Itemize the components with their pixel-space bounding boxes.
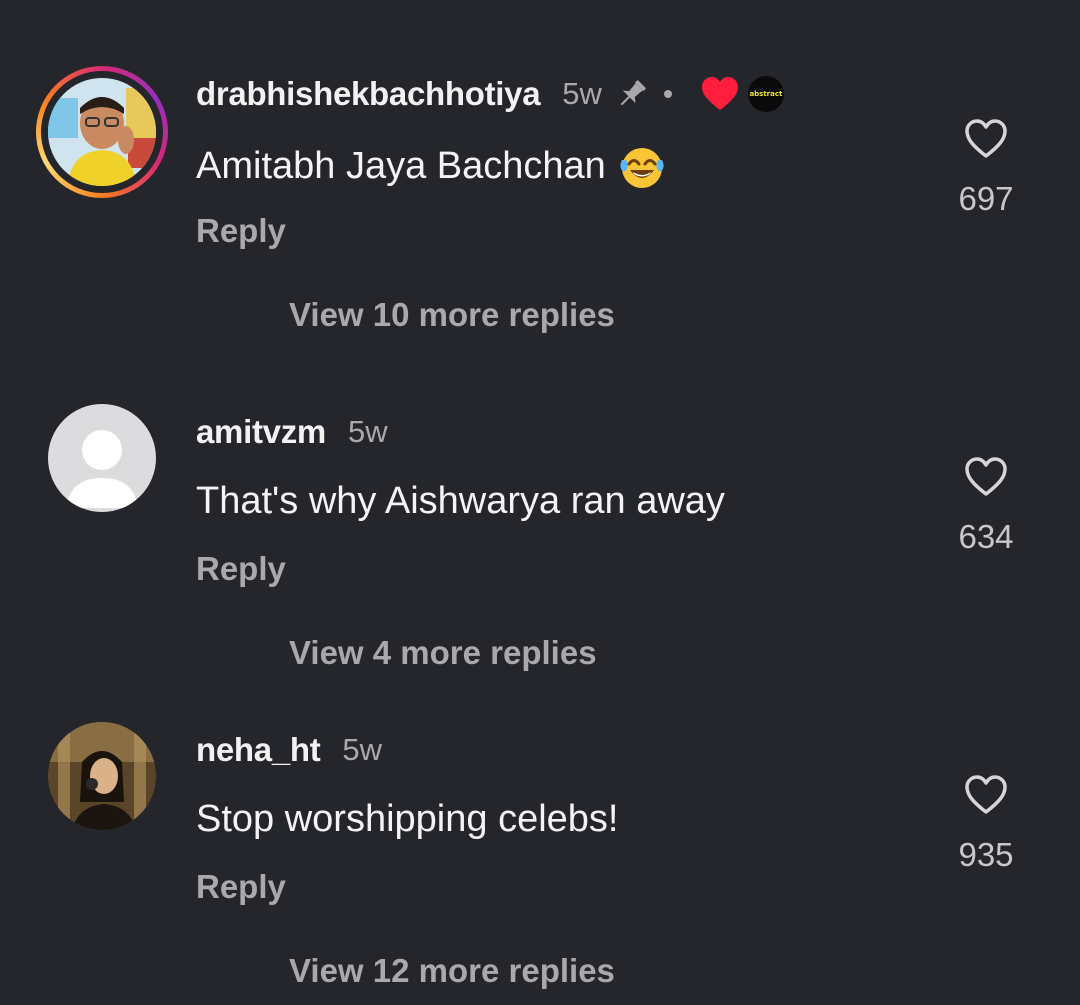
timestamp: 5w: [562, 76, 602, 111]
reply-button[interactable]: Reply: [196, 212, 286, 250]
view-more-replies-button[interactable]: View 10 more replies: [289, 296, 615, 334]
like-count: 697: [958, 180, 1014, 217]
avatar[interactable]: [48, 722, 156, 830]
creator-liked-heart-icon: [700, 76, 740, 112]
username[interactable]: amitvzm: [196, 413, 326, 451]
comment-text: That's why Aishwarya ran away: [196, 480, 725, 522]
comment-header: drabhishekbachhotiya 5w abstract: [196, 72, 784, 116]
comment-item: amitvzm 5w That's why Aishwarya ran away…: [0, 400, 1080, 718]
pin-icon: [614, 76, 650, 112]
face-with-tears-of-joy-icon: [618, 142, 666, 190]
heart-outline-icon[interactable]: [963, 118, 1009, 160]
heart-outline-icon[interactable]: [963, 456, 1009, 498]
like-count: 935: [958, 836, 1014, 873]
reply-button[interactable]: Reply: [196, 868, 286, 906]
comment-text: Amitabh Jaya Bachchan: [196, 144, 606, 187]
view-more-replies-button[interactable]: View 4 more replies: [289, 634, 597, 672]
heart-outline-icon[interactable]: [963, 774, 1009, 816]
username[interactable]: neha_ht: [196, 731, 321, 769]
like-section: 697: [946, 118, 1026, 218]
comment-text: Stop worshipping celebs!: [196, 798, 619, 840]
avatar-with-story-ring[interactable]: [36, 66, 168, 198]
comment-item: neha_ht 5w Stop worshipping celebs! Repl…: [0, 718, 1080, 1005]
comment-header: amitvzm 5w: [196, 410, 388, 454]
comment-text-row: Stop worshipping celebs!: [196, 798, 618, 841]
timestamp: 5w: [347, 414, 388, 449]
timestamp: 5w: [342, 732, 383, 767]
like-section: 634: [946, 456, 1026, 556]
like-section: 935: [946, 774, 1026, 874]
comment-text-row: Amitabh Jaya Bachchan: [196, 142, 666, 190]
username[interactable]: drabhishekbachhotiya: [196, 75, 541, 113]
comments-screen: drabhishekbachhotiya 5w abstract Amitabh…: [0, 0, 1080, 1005]
view-more-replies-button[interactable]: View 12 more replies: [289, 952, 615, 990]
comment-text-row: That's why Aishwarya ran away: [196, 480, 725, 523]
comment-header: neha_ht 5w: [196, 728, 382, 772]
comment-item: drabhishekbachhotiya 5w abstract Amitabh…: [0, 62, 1080, 380]
avatar: [48, 78, 156, 186]
separator-dot: [663, 90, 672, 98]
avatar[interactable]: [48, 404, 156, 512]
like-count: 634: [958, 518, 1014, 555]
reply-button[interactable]: Reply: [196, 550, 286, 588]
creator-avatar: abstract: [747, 76, 784, 112]
